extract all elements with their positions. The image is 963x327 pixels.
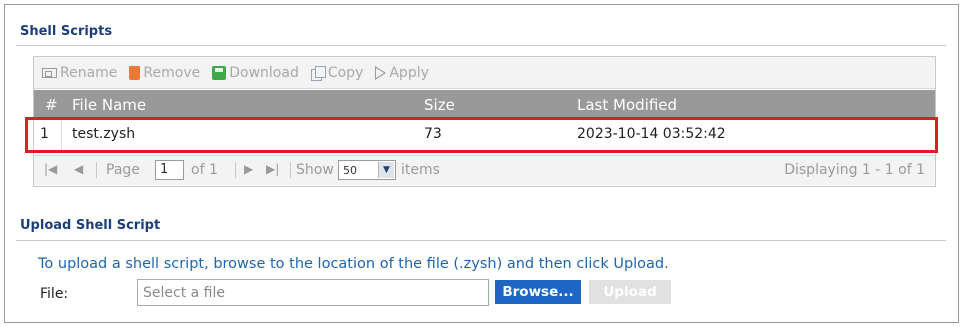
apply-label: Apply [389,64,429,81]
page-size-select[interactable]: 50 ▼ [338,160,396,180]
file-label: File: [40,286,69,302]
download-button[interactable]: Download [212,65,299,81]
divider [16,45,946,46]
apply-button[interactable]: Apply [375,65,429,81]
last-page-icon[interactable]: ▶| [266,162,279,176]
play-icon [375,65,387,80]
show-label: Show [296,162,334,178]
section-title-upload: Upload Shell Script [20,218,161,233]
trash-icon [129,65,141,80]
row-last-modified: 2023-10-14 03:52:42 [577,126,726,142]
rename-label: Rename [60,64,118,81]
copy-button[interactable]: Copy [310,64,364,81]
page-count-label: of 1 [191,162,218,178]
divider [235,162,236,178]
divider [16,240,946,241]
upload-instruction: To upload a shell script, browse to the … [38,256,669,272]
pagination-bar: |◀ ◀ Page 1 of 1 ▶ ▶| Show 50 ▼ items Di… [34,155,935,185]
remove-button[interactable]: Remove [129,65,200,81]
page-number-input[interactable]: 1 [155,160,184,180]
shell-scripts-panel: Rename Remove Download Copy Apply # File… [33,56,936,187]
save-icon [212,65,227,80]
divider [290,162,291,178]
page-label: Page [106,162,140,178]
copy-label: Copy [327,64,364,81]
row-size: 73 [424,126,442,142]
items-label: items [401,162,440,178]
page-size-value: 50 [343,164,357,177]
rename-icon [42,67,57,78]
download-label: Download [229,64,299,81]
next-page-icon[interactable]: ▶ [244,162,253,176]
file-input[interactable]: Select a file [137,279,489,306]
column-header-last-modified[interactable]: Last Modified [577,96,677,114]
chevron-down-icon[interactable]: ▼ [378,162,394,178]
copy-icon [310,65,326,81]
column-header-size[interactable]: Size [424,96,455,114]
displaying-count: Displaying 1 - 1 of 1 [784,162,925,178]
upload-button[interactable]: Upload [589,280,671,304]
first-page-icon[interactable]: |◀ [44,162,57,176]
row-file-name: test.zysh [72,126,136,142]
rename-button[interactable]: Rename [42,65,117,81]
column-header-file-name[interactable]: File Name [72,96,146,114]
row-number: 1 [40,126,49,142]
toolbar: Rename Remove Download Copy Apply [34,57,935,89]
browse-button[interactable]: Browse... [495,280,581,304]
divider [96,162,97,178]
column-header-number[interactable]: # [45,96,58,114]
table-header: # File Name Size Last Modified [34,90,935,119]
table-row[interactable]: 1 test.zysh 73 2023-10-14 03:52:42 [34,119,935,151]
previous-page-icon[interactable]: ◀ [74,162,83,176]
remove-label: Remove [143,64,201,81]
section-title-shell-scripts: Shell Scripts [20,24,113,39]
column-separator [61,119,62,151]
